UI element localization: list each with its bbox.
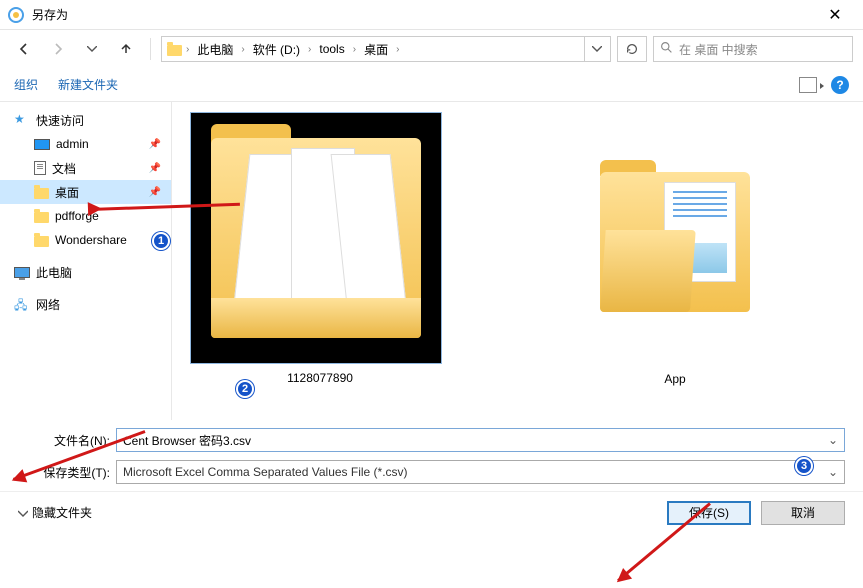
search-input[interactable]: 在 桌面 中搜索 xyxy=(653,36,853,62)
help-button[interactable]: ? xyxy=(831,76,849,94)
sidebar-item-desktop[interactable]: 桌面 📌 xyxy=(0,180,171,204)
filetype-label: 保存类型(T): xyxy=(18,464,116,481)
organize-menu[interactable]: 组织 xyxy=(14,76,38,93)
close-button[interactable]: ✕ xyxy=(815,5,855,25)
sidebar-item-label: 文档 xyxy=(52,160,76,177)
sidebar-item-label: admin xyxy=(56,137,89,151)
nav-separator xyxy=(150,38,151,60)
pc-icon xyxy=(14,267,30,278)
pin-icon: 📌 xyxy=(149,139,161,150)
chevron-right-icon[interactable]: › xyxy=(239,44,246,55)
recent-dropdown[interactable] xyxy=(78,36,106,62)
folder-tile[interactable]: 1128077890 xyxy=(190,112,450,386)
sidebar: ★ 快速访问 admin 📌 文档 📌 桌面 📌 pdfforge Wonder… xyxy=(0,102,172,420)
breadcrumb-item[interactable]: 此电脑 xyxy=(191,37,239,61)
chevron-down-icon[interactable]: ⌄ xyxy=(828,465,838,479)
chevron-right-icon[interactable]: › xyxy=(394,44,401,55)
new-folder-button[interactable]: 新建文件夹 xyxy=(58,76,118,93)
document-icon xyxy=(34,161,46,175)
folder-icon xyxy=(34,188,49,199)
back-button[interactable] xyxy=(10,36,38,62)
folder-icon xyxy=(164,43,184,56)
folder-label: App xyxy=(590,372,760,386)
breadcrumb-item[interactable]: 软件 (D:) xyxy=(247,37,306,61)
window-title: 另存为 xyxy=(32,6,815,23)
forward-button[interactable] xyxy=(44,36,72,62)
sidebar-label: 快速访问 xyxy=(36,112,84,129)
search-placeholder: 在 桌面 中搜索 xyxy=(679,41,758,58)
breadcrumb-item[interactable]: 桌面 xyxy=(358,37,394,61)
sidebar-item-pdfforge[interactable]: pdfforge xyxy=(0,204,171,228)
hide-folders-toggle[interactable]: 隐藏文件夹 xyxy=(18,504,92,521)
hide-folders-label: 隐藏文件夹 xyxy=(32,504,92,521)
search-icon xyxy=(660,41,673,57)
sidebar-label: 此电脑 xyxy=(36,264,72,281)
star-icon: ★ xyxy=(14,112,30,128)
sidebar-item-label: 桌面 xyxy=(55,184,79,201)
breadcrumb-item[interactable]: tools xyxy=(313,37,350,61)
filetype-field[interactable]: Microsoft Excel Comma Separated Values F… xyxy=(116,460,845,484)
sidebar-item-admin[interactable]: admin 📌 xyxy=(0,132,171,156)
folder-thumbnail xyxy=(190,112,442,364)
sidebar-label: 网络 xyxy=(36,296,60,313)
nav-bar: › 此电脑 › 软件 (D:) › tools › 桌面 › 在 桌面 中搜索 xyxy=(0,30,863,68)
monitor-icon xyxy=(34,139,50,150)
body-area: ★ 快速访问 admin 📌 文档 📌 桌面 📌 pdfforge Wonder… xyxy=(0,102,863,420)
save-button[interactable]: 保存(S) xyxy=(667,501,751,525)
app-icon xyxy=(8,7,24,23)
content-pane[interactable]: 1128077890 App xyxy=(172,102,863,420)
folder-thumbnail xyxy=(600,172,750,312)
chevron-right-icon[interactable]: › xyxy=(184,44,191,55)
filename-field[interactable]: ⌄ xyxy=(116,428,845,452)
sidebar-this-pc[interactable]: 此电脑 xyxy=(0,260,171,284)
folder-icon xyxy=(34,236,49,247)
pin-icon: 📌 xyxy=(149,163,161,174)
titlebar: 另存为 ✕ xyxy=(0,0,863,30)
footer: 隐藏文件夹 保存(S) 取消 xyxy=(0,491,863,533)
sidebar-quick-access[interactable]: ★ 快速访问 xyxy=(0,108,171,132)
sidebar-network[interactable]: 🖧 网络 xyxy=(0,292,171,316)
chevron-right-icon[interactable]: › xyxy=(306,44,313,55)
breadcrumb[interactable]: › 此电脑 › 软件 (D:) › tools › 桌面 › xyxy=(161,36,611,62)
filetype-value: Microsoft Excel Comma Separated Values F… xyxy=(123,465,828,479)
folder-icon xyxy=(34,212,49,223)
folder-label: 1128077890 xyxy=(283,370,357,386)
chevron-right-icon[interactable]: › xyxy=(351,44,358,55)
filename-label: 文件名(N): xyxy=(18,432,116,449)
chevron-down-icon[interactable]: ⌄ xyxy=(828,433,838,447)
sidebar-item-label: Wondershare xyxy=(55,233,127,247)
refresh-button[interactable] xyxy=(617,36,647,62)
sidebar-item-label: pdfforge xyxy=(55,209,99,223)
folder-tile[interactable]: App xyxy=(590,132,760,386)
toolbar: 组织 新建文件夹 ? xyxy=(0,68,863,102)
up-button[interactable] xyxy=(112,36,140,62)
pin-icon: 📌 xyxy=(149,187,161,198)
view-button[interactable] xyxy=(799,77,817,93)
filename-input[interactable] xyxy=(123,433,828,447)
form-area: 文件名(N): ⌄ 保存类型(T): Microsoft Excel Comma… xyxy=(0,420,863,484)
cancel-button[interactable]: 取消 xyxy=(761,501,845,525)
sidebar-item-documents[interactable]: 文档 📌 xyxy=(0,156,171,180)
breadcrumb-dropdown[interactable] xyxy=(584,37,608,61)
sidebar-item-wondershare[interactable]: Wondershare xyxy=(0,228,171,252)
network-icon: 🖧 xyxy=(14,296,30,312)
